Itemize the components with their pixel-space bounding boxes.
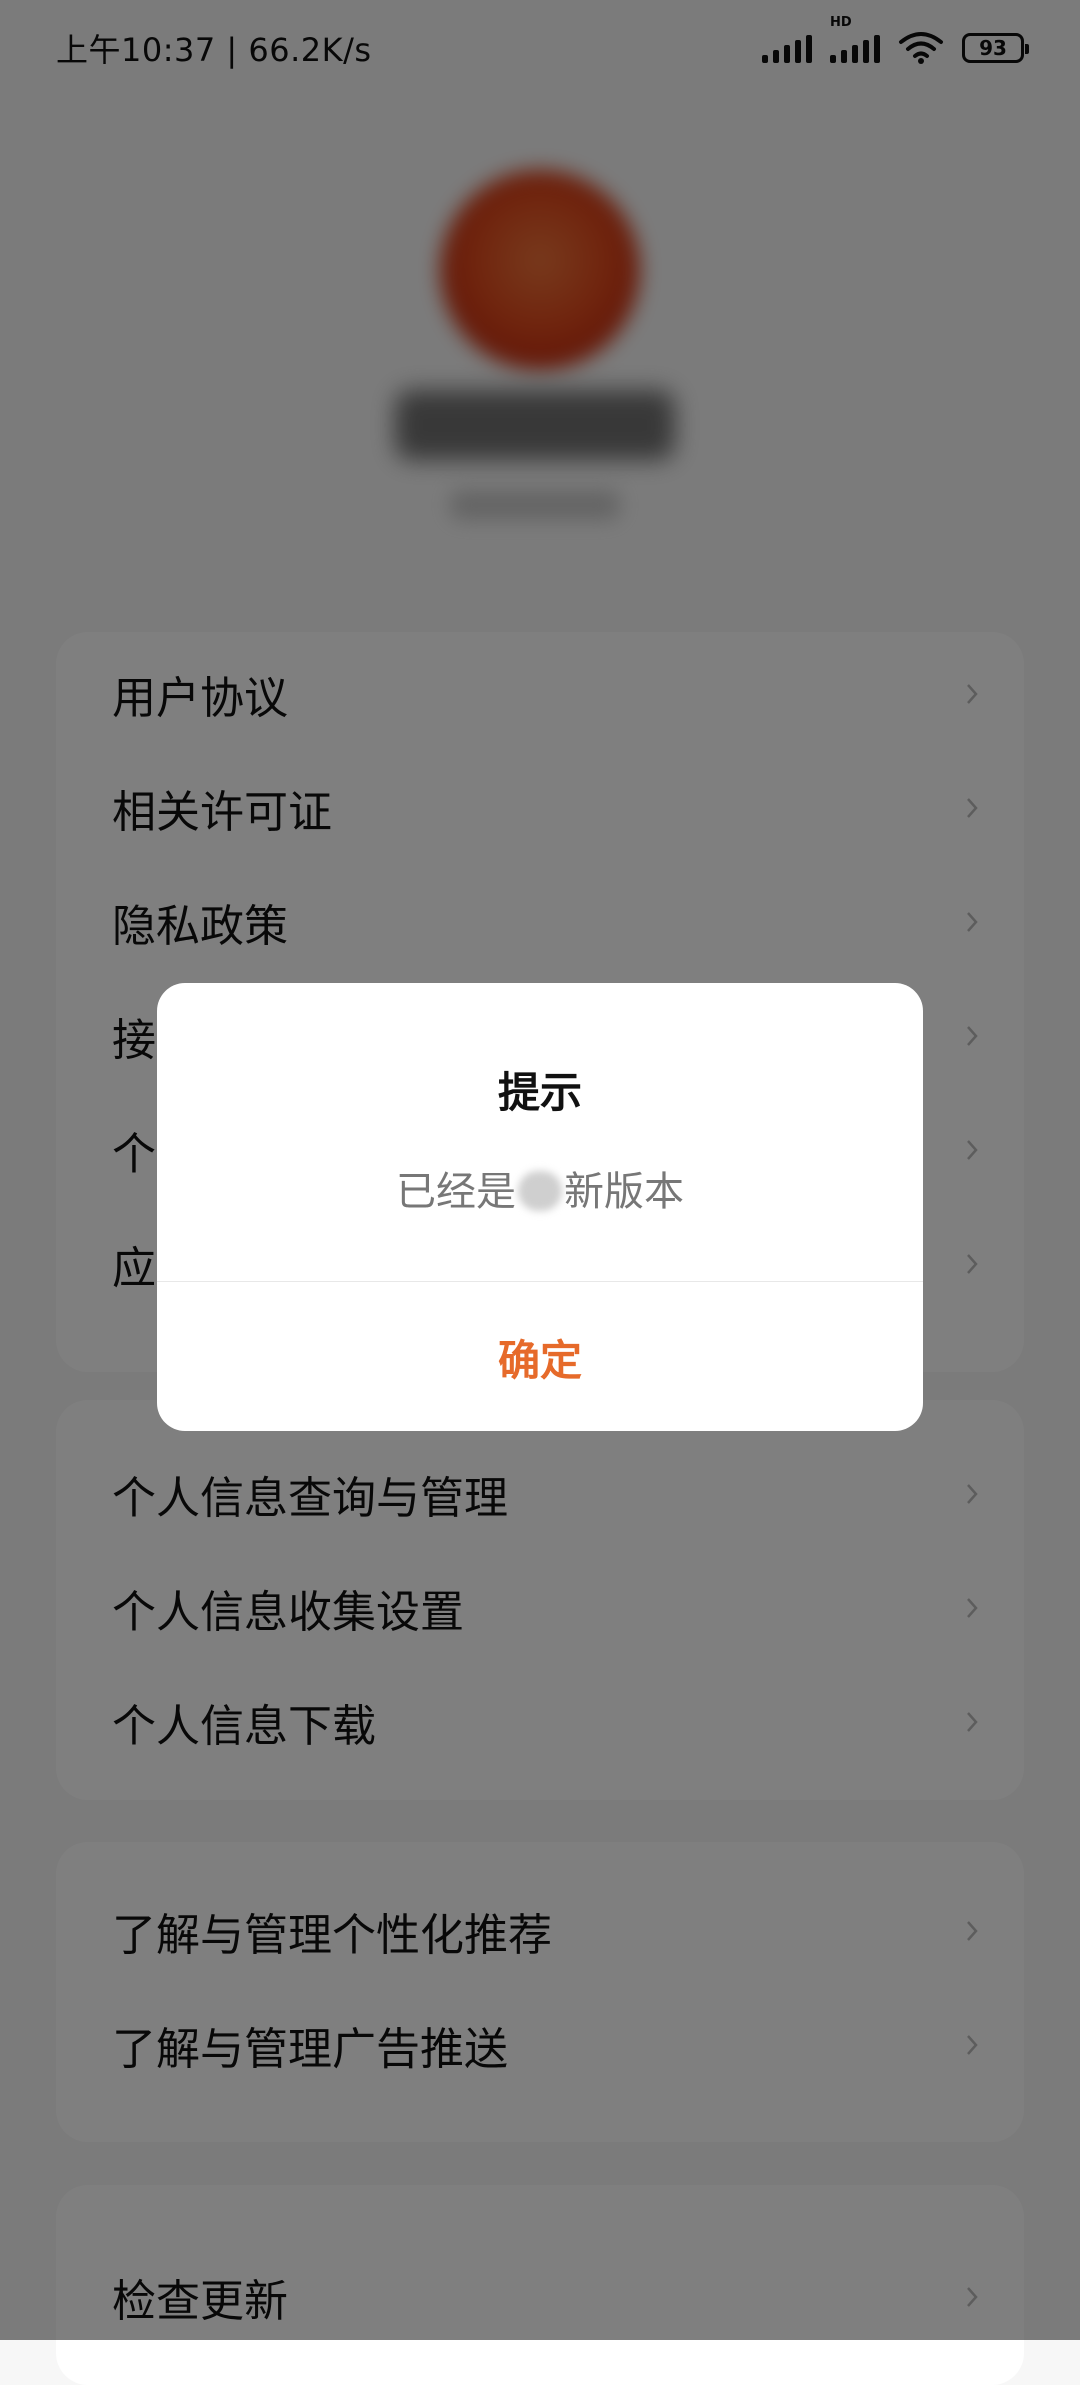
- alert-dialog: 提示 已经是 新版本 确定: [157, 983, 923, 1431]
- confirm-button[interactable]: 确定: [157, 1283, 923, 1431]
- blurred-text: [518, 1171, 562, 1211]
- dialog-message-start: 已经是: [396, 1169, 516, 1215]
- dialog-title: 提示: [497, 1068, 582, 1117]
- dialog-message-end: 新版本: [564, 1169, 684, 1215]
- dialog-divider: [157, 1281, 923, 1282]
- dialog-message: 已经是 新版本: [157, 1159, 923, 1217]
